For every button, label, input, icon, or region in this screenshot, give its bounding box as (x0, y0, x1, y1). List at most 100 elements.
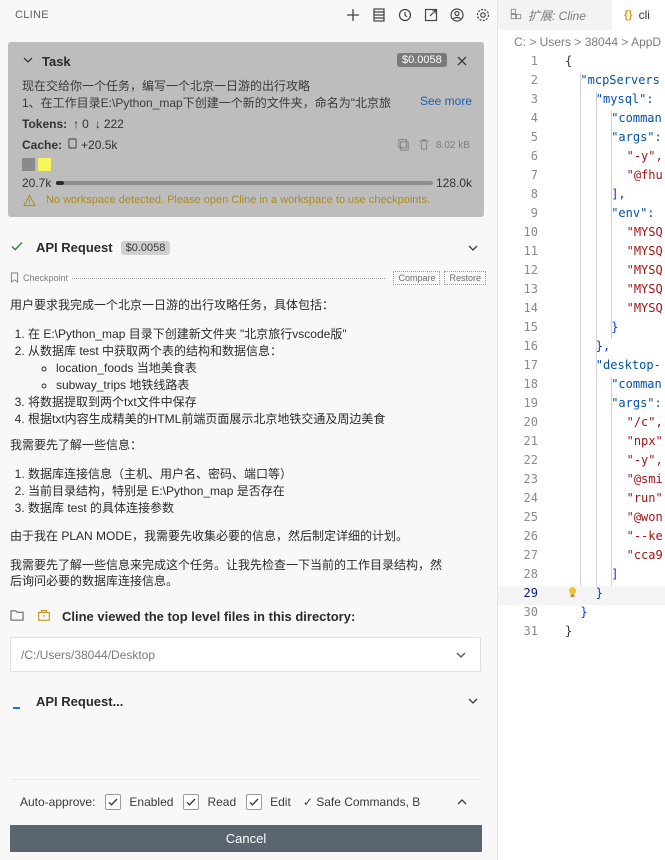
chevron-down-icon[interactable] (455, 649, 467, 664)
tab-json-label: cli (638, 8, 650, 22)
list-item: 当前目录结构，特别是 E:\Python_map 是否存在 (28, 483, 486, 500)
popout-icon[interactable] (421, 5, 441, 25)
trash-icon[interactable] (418, 138, 430, 154)
line-number: 16 (523, 339, 538, 353)
code-line[interactable]: 16}, (498, 339, 665, 358)
code-line[interactable]: 12 "MYSQ (498, 263, 665, 282)
code-line[interactable]: 21 "npx" (498, 434, 665, 453)
line-number: 12 (523, 263, 538, 277)
tokens-down-value: 222 (103, 117, 124, 131)
code-line[interactable]: 3 "mysql": (498, 92, 665, 111)
safe-commands-label[interactable]: ✓ Safe Commands, B (303, 795, 420, 809)
code-line[interactable]: 26 "--ke (498, 529, 665, 548)
code-text: "MYSQ (626, 282, 663, 296)
line-number: 31 (523, 624, 538, 638)
need-info-text: 我需要先了解一些信息： (10, 438, 143, 452)
context-progress (56, 181, 433, 185)
directory-path-field[interactable]: /C:/Users/38044/Desktop (10, 637, 481, 672)
code-line[interactable]: 5 "args": (498, 130, 665, 149)
code-line[interactable]: 22 "-y", (498, 453, 665, 472)
extension-icon (510, 8, 522, 23)
code-text: ], (611, 187, 626, 201)
code-line[interactable]: 11 "MYSQ (498, 244, 665, 263)
code-line[interactable]: 13 "MYSQ (498, 282, 665, 301)
app-window: CLINE Task $0.0058 现在交给你一个任务，编写一个北京一日游的出… (0, 0, 665, 860)
folder-open-icon (10, 609, 25, 625)
code-text: "cca9 (626, 548, 663, 562)
code-line[interactable]: 10 "MYSQ (498, 225, 665, 244)
code-line[interactable]: 4 "comman (498, 111, 665, 130)
next-step-line1: 我需要先了解一些信息来完成这个任务。让我先检查一下当前的工作目录结构，然 (10, 558, 443, 572)
compare-button[interactable]: Compare (393, 271, 441, 285)
code-text: "@smi (626, 472, 663, 486)
history-list-icon[interactable] (369, 5, 389, 25)
code-line[interactable]: 14 "MYSQ (498, 301, 665, 320)
code-line[interactable]: 1{ (498, 54, 665, 73)
close-icon[interactable] (456, 55, 468, 70)
code-text: "comman (611, 111, 662, 125)
edit-label: Edit (270, 795, 291, 809)
code-line[interactable]: 8], (498, 187, 665, 206)
see-more-link[interactable]: See more (420, 94, 472, 108)
arrow-down-icon: ↓ (94, 117, 101, 131)
copy-icon[interactable] (397, 138, 410, 154)
code-line[interactable]: 19 "args": (498, 396, 665, 415)
steps-list: 在 E:\Python_map 目录下创建新文件夹 "北京旅行vscode版" … (10, 326, 486, 428)
code-line[interactable]: 6 "-y", (498, 149, 665, 168)
tokens-up-value: 0 (82, 117, 89, 131)
code-line[interactable]: 2 "mcpServers (498, 73, 665, 92)
lightbulb-icon[interactable] (567, 586, 578, 602)
code-line[interactable]: 15} (498, 320, 665, 339)
cancel-button[interactable]: Cancel (10, 825, 482, 852)
gear-icon[interactable] (473, 5, 493, 25)
directory-path: /C:/Users/38044/Desktop (21, 647, 156, 662)
api-request-header[interactable]: API Request $0.0058 (10, 239, 171, 256)
code-line[interactable]: 23 "@smi (498, 472, 665, 491)
code-line[interactable]: 27 "cca9 (498, 548, 665, 567)
message-intro: 用户要求我完成一个北京一日游的出行攻略任务，具体包括： (10, 298, 335, 312)
checkpoint-row: Checkpoint Compare Restore (10, 271, 486, 285)
restore-button[interactable]: Restore (444, 271, 486, 285)
line-number: 15 (523, 320, 538, 334)
code-line[interactable]: 20 "/c", (498, 415, 665, 434)
code-line[interactable]: 31} (498, 624, 665, 643)
chevron-down-icon[interactable] (22, 54, 34, 69)
line-number: 28 (523, 567, 538, 581)
code-text: "--ke (626, 529, 663, 543)
tab-settings-json[interactable]: {} cli (612, 0, 665, 30)
code-line[interactable]: 28] (498, 567, 665, 586)
line-number: 21 (523, 434, 538, 448)
tab-cline-extension[interactable]: 扩展: Cline (498, 0, 612, 30)
account-icon[interactable] (447, 5, 467, 25)
checkpoint-label: Checkpoint (23, 273, 69, 283)
line-number: 7 (530, 168, 538, 182)
edit-checkbox[interactable] (246, 794, 263, 810)
code-line[interactable]: 17 "desktop- (498, 358, 665, 377)
code-line[interactable]: 25 "@won (498, 510, 665, 529)
chevron-down-icon[interactable] (467, 695, 479, 710)
read-checkbox[interactable] (183, 794, 200, 810)
list-item: 从数据库 test 中获取两个表的结构和数据信息： (28, 343, 486, 360)
chevron-down-icon[interactable] (467, 242, 479, 257)
code-text: "mysql": (595, 92, 654, 106)
code-line[interactable]: 24 "run" (498, 491, 665, 510)
line-number: 26 (523, 529, 538, 543)
code-text: "@fhu (626, 168, 663, 182)
chevron-up-icon[interactable] (456, 796, 468, 811)
plus-icon[interactable] (343, 5, 363, 25)
code-line[interactable]: 18 "comman (498, 377, 665, 396)
code-line[interactable]: 9 "env": (498, 206, 665, 225)
breadcrumb[interactable]: C: > Users > 38044 > AppD (514, 35, 661, 49)
code-text: "env": (611, 206, 655, 220)
list-item: 根据txt内容生成精美的HTML前端页面展示北京地铁交通及周边美食 (28, 411, 486, 428)
code-text: "MYSQ (626, 225, 663, 239)
task-header[interactable]: Task (22, 54, 71, 69)
read-label: Read (207, 795, 237, 809)
code-line[interactable]: 30} (498, 605, 665, 624)
code-line[interactable]: 29} (498, 586, 665, 605)
code-line[interactable]: 7 "@fhu (498, 168, 665, 187)
cline-panel: CLINE Task $0.0058 现在交给你一个任务，编写一个北京一日游的出… (0, 0, 497, 860)
enabled-checkbox[interactable] (105, 794, 122, 810)
bookmark-icon (10, 271, 19, 286)
history-icon[interactable] (395, 5, 415, 25)
